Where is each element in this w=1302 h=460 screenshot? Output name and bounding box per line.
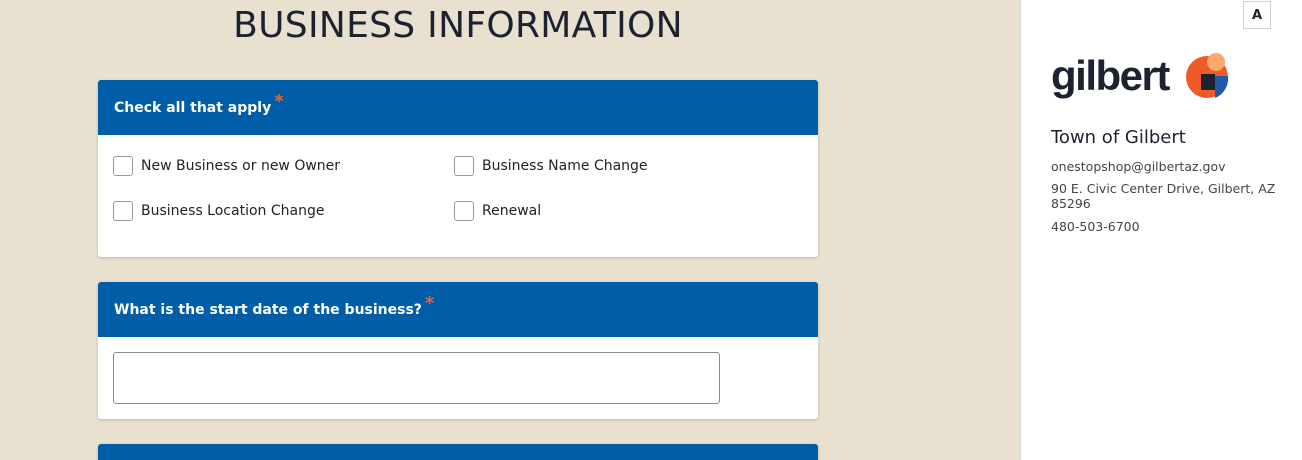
checkbox-option-renewal[interactable]: Renewal xyxy=(454,201,541,221)
required-asterisk: * xyxy=(424,293,435,314)
gilbert-logo: gilbert xyxy=(1051,48,1229,104)
form-area: BUSINESS INFORMATION Check all that appl… xyxy=(0,0,1020,460)
question-header: Check all that apply * xyxy=(98,80,818,135)
checkbox[interactable] xyxy=(113,156,133,176)
page-title: BUSINESS INFORMATION xyxy=(233,5,683,46)
checkbox-option-location-change[interactable]: Business Location Change xyxy=(113,201,324,221)
checkbox[interactable] xyxy=(454,201,474,221)
logo-wordmark: gilbert xyxy=(1051,52,1170,99)
question-card-start-date: What is the start date of the business? … xyxy=(98,282,818,419)
gilbert-logo-icon xyxy=(1185,53,1228,98)
question-label: What is the start date of the business? xyxy=(114,301,422,318)
organization-name: Town of Gilbert xyxy=(1051,127,1186,148)
text-size-icon: A xyxy=(1251,7,1263,23)
sidebar: A gilbert Town of Gilbert onestopshop@gi… xyxy=(1020,0,1302,460)
checkbox-label: New Business or new Owner xyxy=(141,158,341,174)
checkbox[interactable] xyxy=(113,201,133,221)
question-card-business-changes: Check all that apply * New Business or n… xyxy=(98,80,818,257)
contact-email: onestopshop@gilbertaz.gov xyxy=(1051,159,1226,174)
required-asterisk: * xyxy=(274,91,284,112)
checkbox[interactable] xyxy=(454,156,474,176)
question-header: What is the start date of the business? … xyxy=(98,282,818,337)
contact-phone: 480-503-6700 xyxy=(1051,219,1140,234)
question-card-next xyxy=(98,444,818,460)
accessibility-text-size-button[interactable]: A xyxy=(1243,1,1271,29)
checkbox-label: Business Name Change xyxy=(482,158,648,174)
checkbox-group: New Business or new Owner Business Name … xyxy=(98,135,818,257)
question-label: Check all that apply xyxy=(114,99,272,116)
question-header xyxy=(98,444,818,460)
contact-address: 90 E. Civic Center Drive, Gilbert, AZ 85… xyxy=(1051,181,1276,211)
checkbox-option-name-change[interactable]: Business Name Change xyxy=(454,156,648,176)
checkbox-label: Renewal xyxy=(482,203,542,219)
checkbox-label: Business Location Change xyxy=(141,203,325,219)
start-date-input[interactable] xyxy=(113,352,720,404)
checkbox-option-new-business[interactable]: New Business or new Owner xyxy=(113,156,340,176)
